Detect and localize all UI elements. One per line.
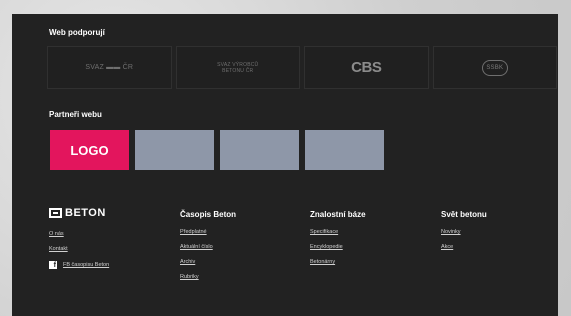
footer-link[interactable]: Novinky	[441, 229, 487, 235]
supporters-title: Web podporují	[49, 28, 105, 37]
footer-link[interactable]: Specifikace	[310, 229, 366, 235]
supporter-logo-text: SSBK	[481, 59, 508, 76]
footer-link[interactable]: Předplatné	[180, 229, 236, 235]
footer-link-kontakt[interactable]: Kontakt	[49, 246, 109, 252]
footer-link[interactable]: Archiv	[180, 259, 236, 265]
supporter-logo-svaz-cr[interactable]: SVAZ ▬▬ ČR	[47, 46, 172, 89]
footer-column-znalostni-baze: Znalostní báze Specifikace Encyklopedie …	[310, 210, 366, 274]
facebook-icon: f	[49, 261, 57, 269]
beton-logo-text: BETON	[65, 207, 106, 219]
footer-link[interactable]: Betonárny	[310, 259, 366, 265]
footer-link[interactable]: Akce	[441, 244, 487, 250]
partner-placeholder[interactable]	[135, 130, 214, 170]
partner-logo-text: LOGO	[70, 142, 109, 158]
footer-column-title: Svět betonu	[441, 210, 487, 219]
footer-link[interactable]: Encyklopedie	[310, 244, 366, 250]
supporters-row: SVAZ ▬▬ ČR Svaz Výrobců Betonu ČR CBS SS…	[47, 46, 557, 89]
supporter-logo-text: Svaz Výrobců Betonu ČR	[217, 61, 259, 74]
footer-column-svet-betonu: Svět betonu Novinky Akce	[441, 210, 487, 259]
partners-title: Partneři webu	[49, 110, 102, 119]
footer-link[interactable]: Rubriky	[180, 274, 236, 280]
supporter-logo-svb[interactable]: Svaz Výrobců Betonu ČR	[175, 46, 300, 89]
partner-logo[interactable]: LOGO	[50, 130, 129, 170]
footer-column-title: Znalostní báze	[310, 210, 366, 219]
partner-placeholder[interactable]	[220, 130, 299, 170]
beton-logo[interactable]: BETON	[49, 207, 106, 219]
footer-links-main: O nás Kontakt f FB časopisu Beton	[49, 231, 109, 269]
footer-social-row[interactable]: f FB časopisu Beton	[49, 261, 109, 269]
partner-placeholder[interactable]	[305, 130, 384, 170]
beton-logo-mark	[49, 208, 62, 218]
footer-column-casopis: Časopis Beton Předplatné Aktuální číslo …	[180, 210, 236, 289]
footer-link[interactable]: Aktuální číslo	[180, 244, 236, 250]
footer-column-title: Časopis Beton	[180, 210, 237, 219]
supporter-logo-cbs[interactable]: CBS	[304, 46, 429, 89]
supporter-logo-text: SVAZ ▬▬ ČR	[85, 64, 134, 71]
partners-row: LOGO	[50, 130, 384, 170]
footer-link-facebook[interactable]: FB časopisu Beton	[63, 262, 109, 268]
supporter-logo-ssbk[interactable]: SSBK	[432, 46, 557, 89]
supporter-logo-text: CBS	[351, 59, 382, 76]
footer-link-o-nas[interactable]: O nás	[49, 231, 109, 237]
page-background: Web podporují SVAZ ▬▬ ČR Svaz Výrobců Be…	[0, 0, 571, 316]
